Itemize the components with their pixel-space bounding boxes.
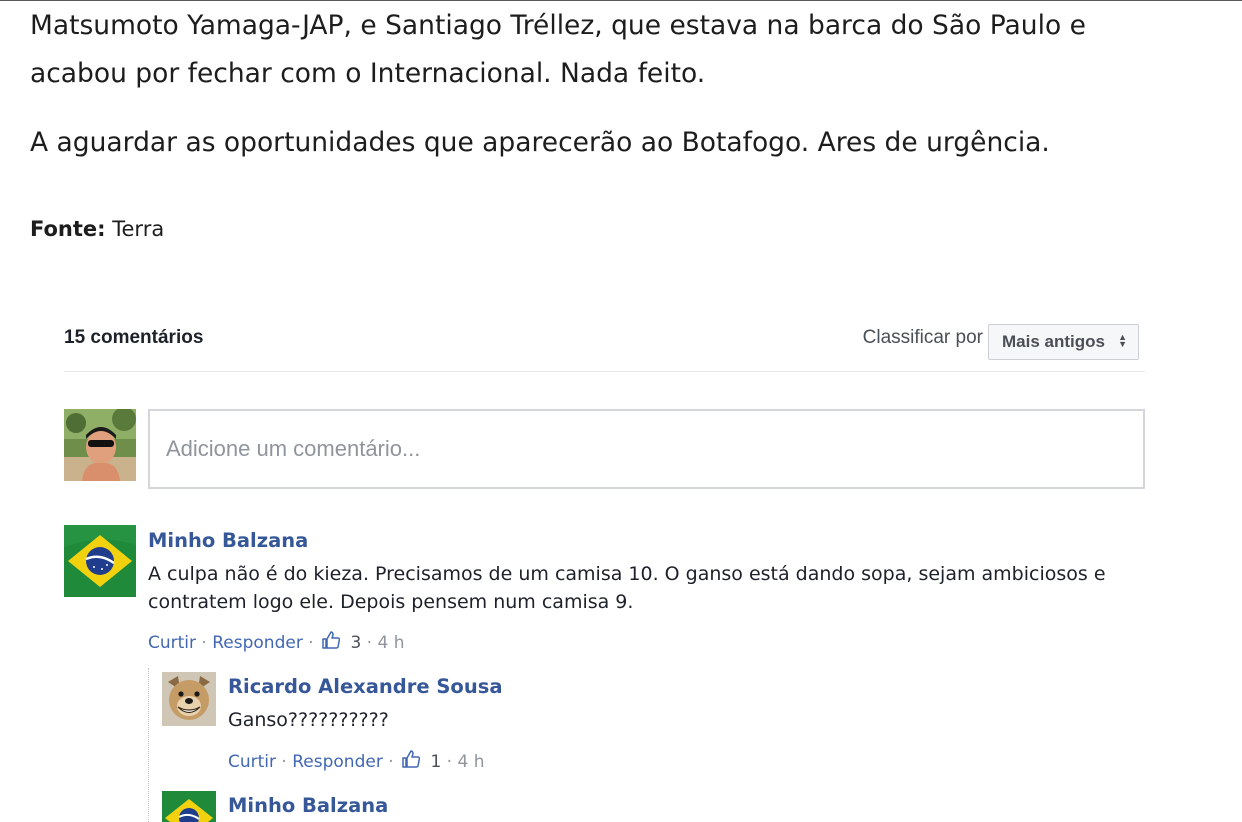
smiling-dog-avatar-icon[interactable] [162,672,216,726]
thumbs-up-icon [322,631,341,649]
article-paragraph-1-line-1: Matsumoto Yamaga-JAP, e Santiago Tréllez… [30,10,1086,41]
separator: · [388,752,394,772]
separator: · [281,752,287,772]
reply-actions: Curtir · Responder · 1 · 4 h [228,749,484,772]
top-border [0,0,1242,1]
sort-select[interactable]: Mais antigos ▲ ▼ [988,324,1139,360]
article-source: Fonte: Terra [30,214,164,244]
separator: · [308,633,314,653]
like-link[interactable]: Curtir [228,752,276,772]
sort-arrows-icon: ▲ ▼ [1118,332,1127,349]
reply-link[interactable]: Responder [212,633,303,653]
comment-text: A culpa não é do kieza. Precisamos de um… [148,563,1106,613]
thumbs-up-icon [402,750,421,768]
article-paragraph-1-line-2: acabou por fechar com o Internacional. N… [30,58,706,89]
sort-selected-value: Mais antigos [1002,332,1105,351]
source-value: Terra [112,217,165,241]
current-user-avatar-image [64,409,136,481]
separator: · [446,752,453,772]
like-count: 1 [430,752,442,772]
like-link[interactable]: Curtir [148,633,196,653]
brazil-flag-avatar-icon[interactable] [64,525,136,597]
comment-actions: Curtir · Responder · 3 · 4 h [148,630,404,653]
reply-author[interactable]: Ricardo Alexandre Sousa [228,675,502,698]
reply-text: Ganso?????????? [228,709,389,731]
sort-label: Classificar por [862,327,983,348]
like-count: 3 [350,633,362,653]
article-paragraph-2: A aguardar as oportunidades que aparecer… [30,127,1050,158]
current-user-avatar [64,409,136,481]
comment-input[interactable] [148,409,1145,489]
comment-timestamp[interactable]: 4 h [377,633,404,653]
comment-count: 15 comentários [64,327,204,348]
separator: · [366,633,373,653]
comments-plugin: 15 comentários Classificar por Mais anti… [64,318,1145,489]
separator: · [201,633,207,653]
reply-link[interactable]: Responder [292,752,383,772]
source-label: Fonte: [30,217,106,241]
brazil-flag-avatar-icon[interactable] [162,791,216,822]
comment-composer [64,409,1145,489]
comment-author[interactable]: Minho Balzana [148,529,308,552]
comments-header: 15 comentários Classificar por Mais anti… [64,318,1145,372]
reply-author[interactable]: Minho Balzana [228,794,388,817]
reply-timestamp[interactable]: 4 h [457,752,484,772]
article-paragraph-1: Matsumoto Yamaga-JAP, e Santiago Tréllez… [30,2,1086,98]
